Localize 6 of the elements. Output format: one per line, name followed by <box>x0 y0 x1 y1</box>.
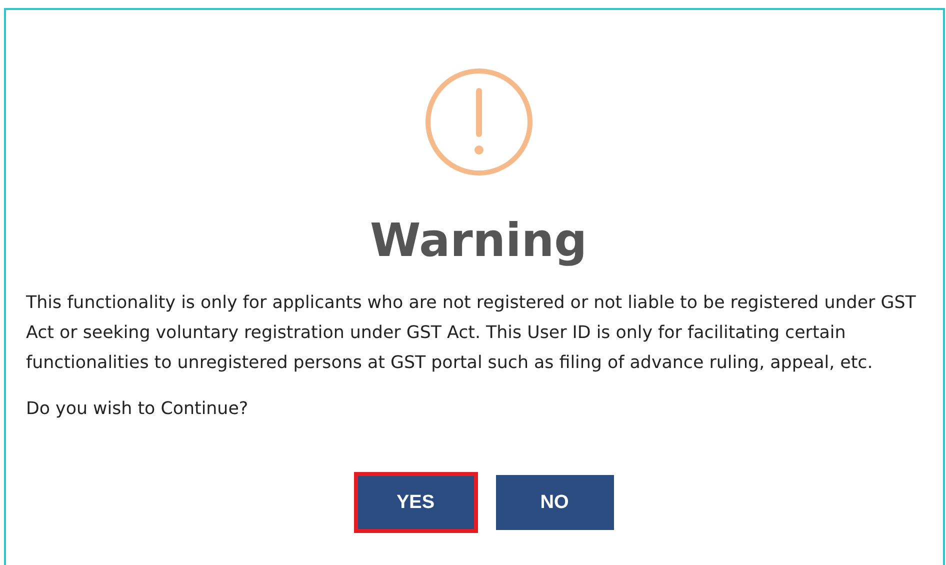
warning-message: This functionality is only for applicants who are not registered or not liable to be registered under GST Act or seeking voluntary registration under GST Act. This User ID is only for facilitating certain functionalities to unregistered persons at GST portal such as filing of advance ruling, appeal, etc. <box>26 292 917 375</box>
dialog-button[interactable]: NO <box>496 475 614 530</box>
warning-icon <box>422 66 534 178</box>
dialog-title: Warning <box>370 212 588 268</box>
dialog-button[interactable]: YES <box>354 472 478 533</box>
confirm-question: Do you wish to Continue? <box>26 398 250 421</box>
